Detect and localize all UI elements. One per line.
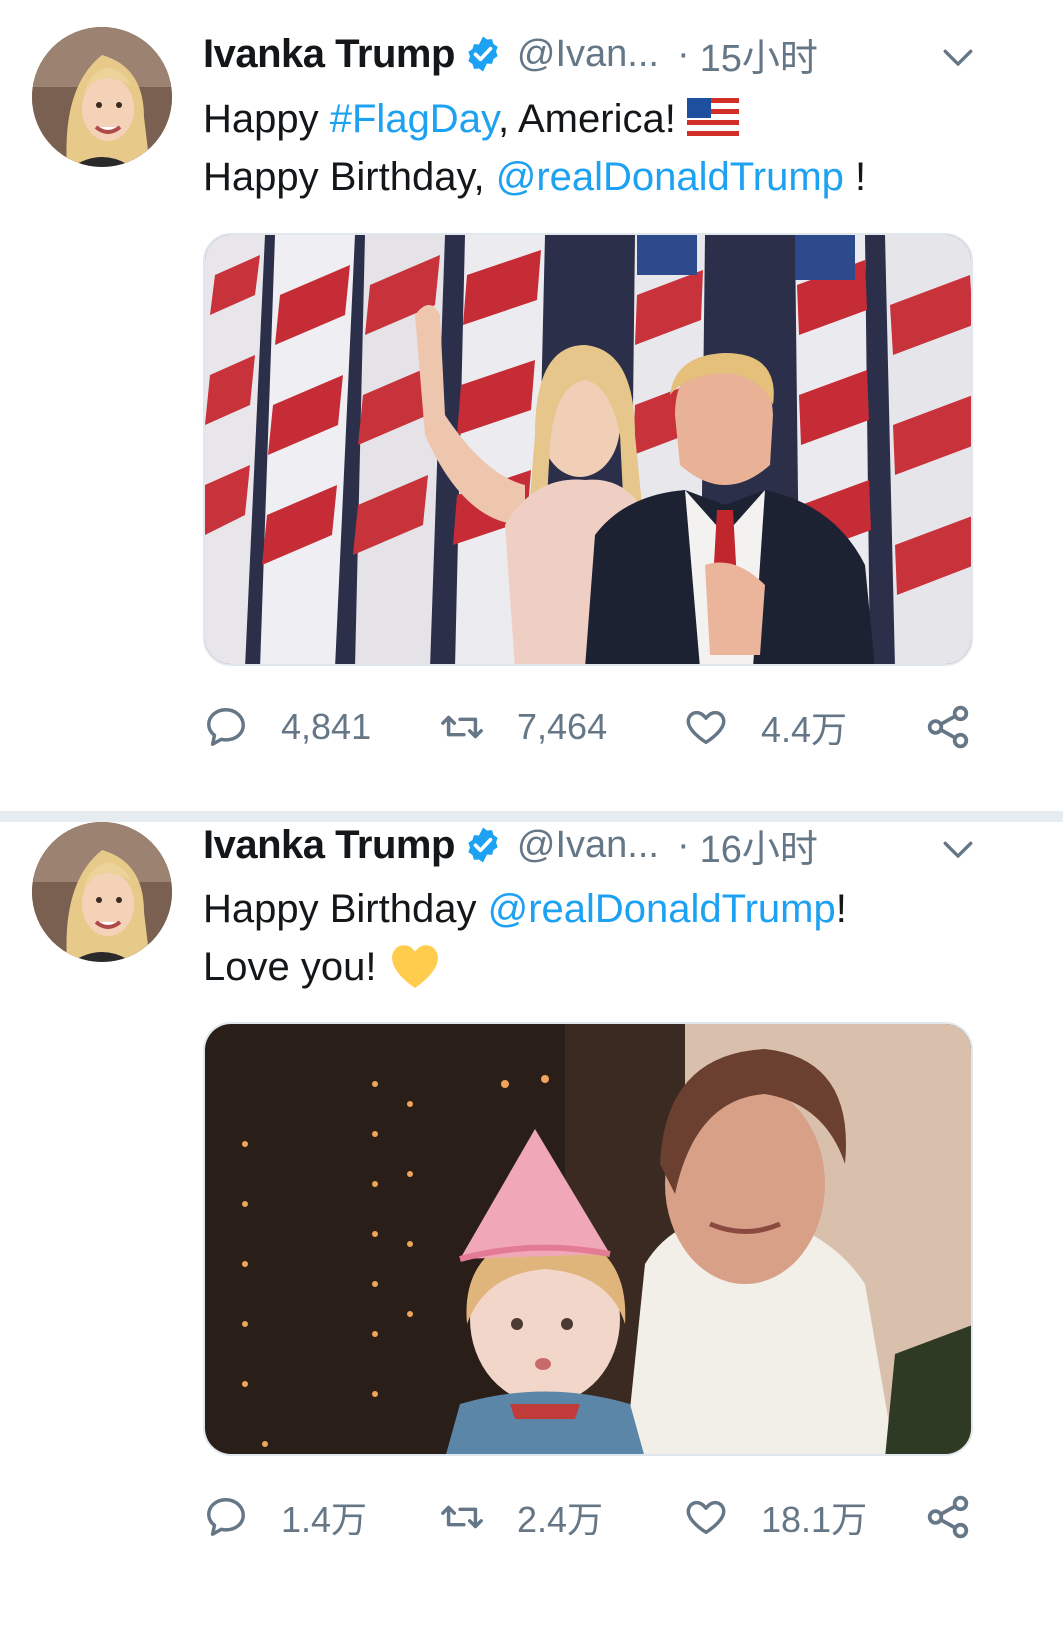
avatar-image	[32, 822, 172, 962]
avatar[interactable]	[32, 822, 172, 962]
tweet-photo[interactable]	[203, 1022, 973, 1456]
chevron-down-icon[interactable]	[941, 832, 975, 866]
retweet-count: 2.4万	[517, 1499, 604, 1540]
mention-link[interactable]: @realDonaldTrump	[488, 887, 836, 931]
reply-icon	[207, 1498, 245, 1536]
text-segment: !	[835, 887, 847, 931]
like-count: 18.1万	[761, 1499, 868, 1540]
share-icon	[927, 1495, 969, 1539]
separator-dot: ·	[676, 823, 690, 866]
tweet-actions: 1.4万 2.4万 18.1万	[203, 1487, 983, 1547]
yellow-heart-emoji	[391, 945, 438, 988]
tweet[interactable]: Ivanka Trump @Ivan... · 16小时 Happy Birth…	[0, 0, 1063, 1632]
author-name[interactable]: Ivanka Trump	[203, 823, 455, 868]
text-segment: Happy Birthday	[203, 887, 488, 931]
like-button[interactable]: 18.1万	[683, 1487, 867, 1547]
timestamp[interactable]: 16小时	[700, 818, 818, 873]
tweet-text: Happy Birthday @realDonaldTrump! Love yo…	[203, 880, 847, 996]
heart-icon	[686, 1500, 726, 1535]
reply-button[interactable]: 1.4万	[203, 1487, 367, 1547]
verified-badge-icon	[468, 827, 498, 863]
retweet-icon	[441, 1505, 483, 1529]
tweet-text-line: Happy Birthday @realDonaldTrump!	[203, 880, 847, 938]
author-handle[interactable]: @Ivan...	[517, 824, 659, 867]
photo-birthday-vintage	[205, 1024, 971, 1454]
tweet-text-line: Love you!	[203, 938, 847, 996]
reply-count: 1.4万	[281, 1499, 368, 1540]
text-segment: Love you!	[203, 945, 388, 989]
retweet-button[interactable]: 2.4万	[439, 1487, 603, 1547]
tweet-header: Ivanka Trump @Ivan... · 16小时	[203, 815, 818, 875]
share-button[interactable]	[923, 1487, 973, 1547]
